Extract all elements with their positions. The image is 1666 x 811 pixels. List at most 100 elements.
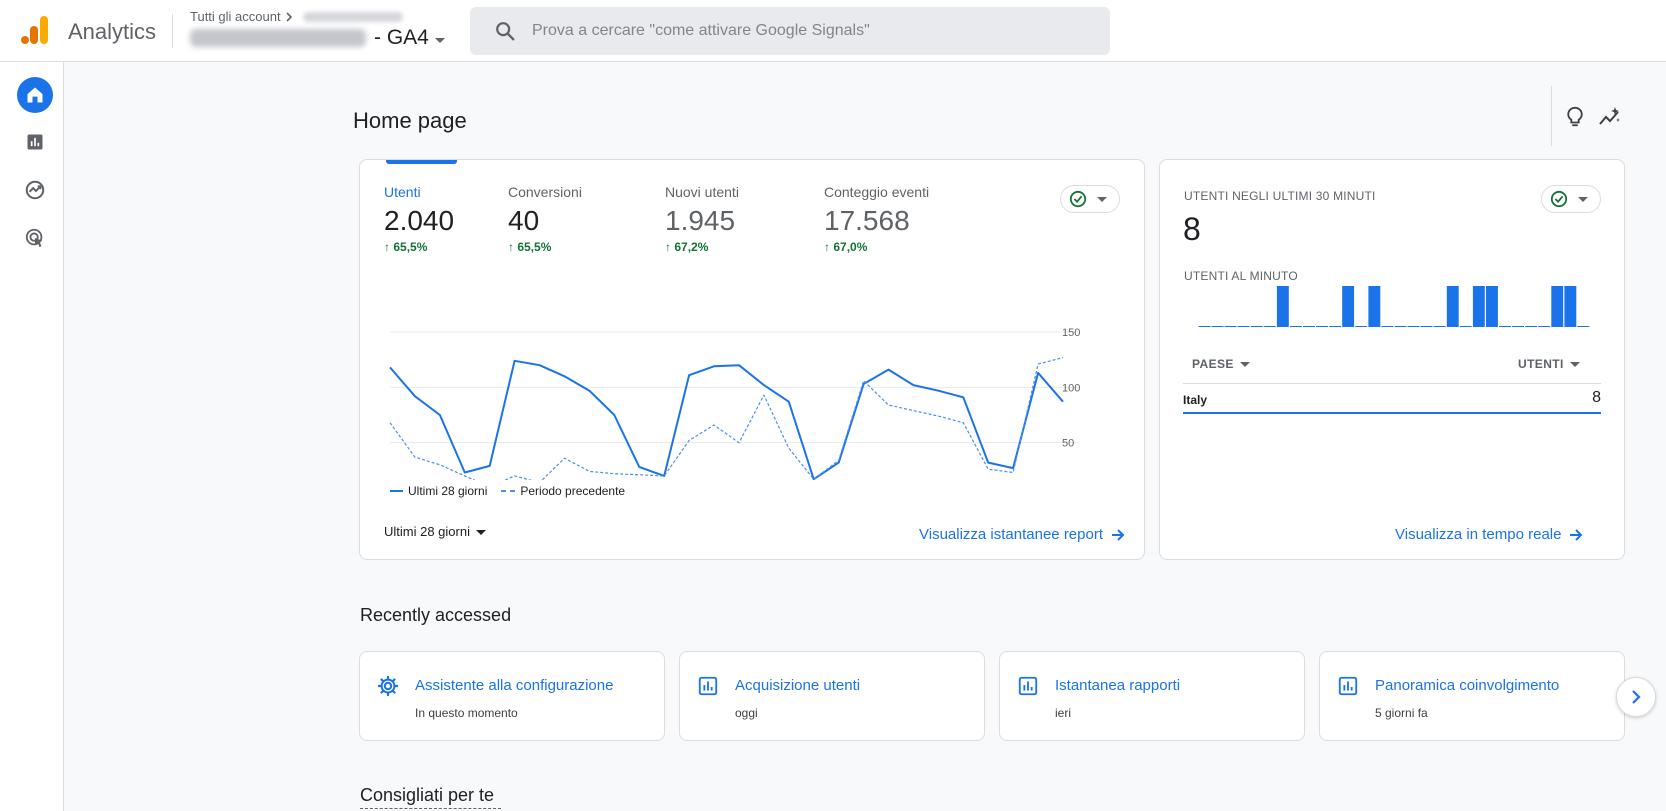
minute-bar [1381, 326, 1394, 327]
overview-card: Utenti 2.040 ↑ 65,5% Conversioni 40 ↑ 65… [359, 159, 1145, 560]
search-input[interactable] [532, 19, 1092, 43]
chevron-right-icon [285, 11, 292, 22]
caret-down-icon [475, 530, 486, 535]
divider [1183, 383, 1601, 384]
advertising-icon [25, 228, 43, 248]
metric-value: 2.040 [384, 205, 455, 236]
recent-item-reports-snapshot[interactable]: Istantanea rapporti ieri [999, 651, 1305, 741]
y-tick-label: 50 [1062, 438, 1074, 450]
metric-tab-new-users[interactable]: Nuovi utenti 1.945 ↑ 67,2% [665, 184, 739, 254]
date-range-dropdown[interactable]: Ultimi 28 giorni [384, 524, 486, 539]
metric-tab-event-count[interactable]: Conteggio eventi 17.568 ↑ 67,0% [824, 184, 929, 254]
data-quality-dropdown[interactable] [1060, 185, 1120, 213]
divider [1551, 86, 1552, 146]
y-tick-label: 100 [1062, 382, 1080, 394]
minute-bar [1263, 326, 1276, 327]
breadcrumb[interactable]: Tutti gli account [190, 9, 403, 24]
minute-bar [1446, 286, 1459, 327]
search-bar[interactable] [470, 7, 1110, 55]
arrow-up-icon: ↑ [824, 240, 834, 254]
arrow-right-icon [1112, 528, 1125, 541]
report-icon [698, 676, 718, 696]
lightbulb-icon [1567, 106, 1583, 127]
caret-down-icon [1097, 196, 1107, 202]
recent-item-time: oggi [735, 706, 758, 720]
minute-bar [1512, 326, 1524, 327]
insights-trend-button[interactable] [1597, 104, 1623, 130]
legend-swatch-solid [390, 490, 403, 492]
metric-value: 1.945 [665, 205, 736, 236]
metric-tab-users[interactable]: Utenti 2.040 ↑ 65,5% [384, 184, 454, 254]
recent-item-engagement-overview[interactable]: Panoramica coinvolgimento 5 giorni fa [1319, 651, 1625, 741]
property-suffix: - GA4 [374, 26, 429, 49]
chevron-right-icon [1632, 690, 1641, 704]
metric-label: Nuovi utenti [665, 184, 739, 200]
minute-bar [1276, 286, 1289, 327]
nav-explore[interactable] [17, 172, 53, 208]
column-label: PAESE [1192, 357, 1234, 371]
explore-icon [25, 180, 45, 200]
gear-icon [377, 675, 399, 697]
legend-item-current: Ultimi 28 giorni [390, 484, 487, 498]
y-tick-label: 150 [1062, 327, 1080, 339]
recent-item-title: Acquisizione utenti [735, 677, 861, 694]
carousel-next-button[interactable] [1616, 677, 1656, 717]
metric-change: 67,0% [833, 240, 868, 254]
minute-bar [1329, 326, 1342, 327]
users-per-minute-chart [1198, 286, 1590, 327]
users-per-minute-title: UTENTI AL MINUTO [1184, 269, 1298, 283]
top-bar: Analytics Tutti gli account - GA4 [0, 0, 1666, 62]
minute-bar [1577, 326, 1590, 327]
users-line-chart: 15010050010set172401ott [389, 327, 1080, 480]
metric-value: 40 [508, 205, 540, 236]
nav-home[interactable] [17, 77, 53, 113]
report-icon [1018, 676, 1038, 696]
metric-label: Utenti [384, 184, 421, 200]
breadcrumb-all-accounts[interactable]: Tutti gli account [190, 9, 281, 24]
minute-bar [1250, 326, 1263, 327]
minute-bar [1394, 326, 1407, 327]
legend-item-previous: Periodo precedente [501, 484, 625, 498]
minute-bar [1368, 286, 1381, 327]
minute-bar [1486, 286, 1498, 327]
metric-change: 67,2% [674, 240, 709, 254]
recent-item-setup-assistant[interactable]: Assistente alla configurazione In questo… [359, 651, 665, 741]
nav-reports[interactable] [17, 124, 53, 160]
recent-item-time: In questo momento [415, 706, 518, 720]
recommended-title: Consigliati per te [360, 785, 495, 805]
view-realtime-link[interactable]: Visualizza in tempo reale [1395, 526, 1583, 543]
metric-tab-conversions[interactable]: Conversioni 40 ↑ 65,5% [508, 184, 582, 254]
nav-advertising[interactable] [17, 220, 53, 256]
recent-item-title: Istantanea rapporti [1055, 677, 1181, 694]
view-reports-snapshot-link[interactable]: Visualizza istantanee report [919, 526, 1125, 543]
page-title: Home page [353, 108, 467, 133]
recently-accessed-title: Recently accessed [360, 605, 512, 625]
caret-down-icon [1239, 362, 1250, 367]
arrow-up-icon: ↑ [508, 240, 518, 254]
insights-button[interactable] [1562, 104, 1588, 130]
column-header-users[interactable]: UTENTI [1518, 357, 1580, 371]
recent-item-user-acquisition[interactable]: Acquisizione utenti oggi [679, 651, 985, 741]
realtime-data-quality-dropdown[interactable] [1541, 185, 1601, 213]
metric-change: 65,5% [393, 240, 428, 254]
column-label: UTENTI [1518, 357, 1564, 371]
legend-label: Periodo precedente [520, 484, 626, 498]
minute-bar [1355, 326, 1368, 327]
minute-bar [1237, 326, 1250, 327]
analytics-logo-icon[interactable] [20, 14, 50, 46]
recent-item-time: ieri [1055, 706, 1072, 720]
caret-down-icon [1569, 362, 1580, 367]
recent-item-title: Assistente alla configurazione [415, 677, 614, 694]
minute-bar [1224, 326, 1237, 327]
metric-value: 17.568 [824, 205, 910, 236]
arrow-up-icon: ↑ [665, 240, 675, 254]
column-header-country[interactable]: PAESE [1192, 357, 1250, 371]
minute-bar [1316, 326, 1328, 327]
check-circle-icon [1069, 190, 1087, 208]
redacted-property-name [190, 29, 366, 47]
realtime-users-value: 8 [1183, 211, 1201, 247]
minute-bar [1290, 326, 1302, 327]
check-circle-icon [1550, 190, 1568, 208]
property-selector[interactable]: - GA4 [190, 26, 445, 50]
minute-bar [1420, 326, 1433, 327]
